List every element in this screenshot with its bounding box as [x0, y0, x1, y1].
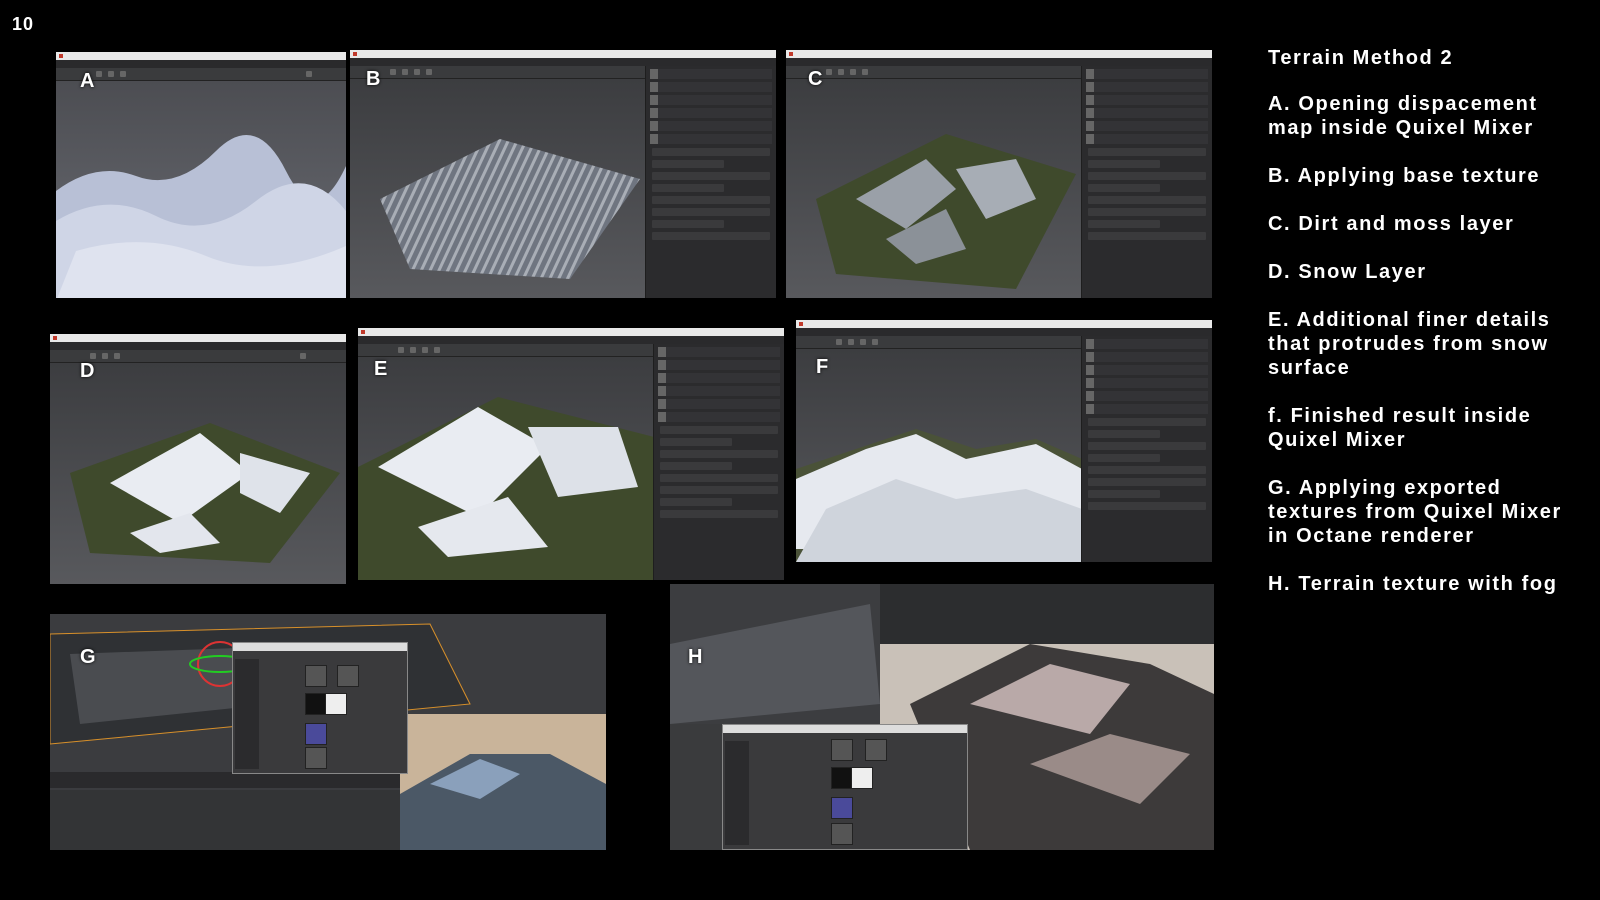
- window-titlebar: [56, 52, 346, 60]
- toolbar: [786, 66, 1082, 79]
- caption-item-d: D. Snow Layer: [1268, 261, 1427, 283]
- caption-item-g: G. Applying exported textures from Quixe…: [1268, 477, 1562, 547]
- node-editor-window: [722, 724, 968, 850]
- screenshot-panel-a: A: [56, 52, 346, 298]
- screenshot-panel-c: C: [786, 50, 1212, 298]
- viewport: [358, 357, 654, 580]
- layers-panel: [645, 66, 776, 298]
- caption-item-a: A. Opening dispacement map inside Quixel…: [1268, 93, 1538, 139]
- caption-item-f: f. Finished result inside Quixel Mixer: [1268, 405, 1532, 451]
- viewport: [350, 79, 646, 298]
- screenshot-panel-f: F: [796, 320, 1212, 562]
- layers-panel: [1081, 336, 1212, 562]
- panel-label-f: F: [816, 356, 829, 378]
- layers-panel: [653, 344, 784, 580]
- caption-item-e: E. Additional finer details that protrud…: [1268, 309, 1551, 379]
- caption-item-b: B. Applying base texture: [1268, 165, 1541, 187]
- screenshot-panel-d: D: [50, 334, 346, 584]
- panel-label-b: B: [366, 68, 381, 90]
- toolbar: [56, 68, 346, 81]
- viewport: [50, 363, 346, 584]
- viewport: [796, 349, 1082, 562]
- page-number: 10: [12, 14, 35, 34]
- caption-item-c: C. Dirt and moss layer: [1268, 213, 1515, 235]
- screenshot-panel-h: H: [670, 584, 1214, 850]
- screenshot-panel-g: G: [50, 614, 606, 850]
- panel-label-e: E: [374, 358, 388, 380]
- viewport: [786, 79, 1082, 298]
- viewport: [56, 81, 346, 298]
- screenshot-panel-e: E: [358, 328, 784, 580]
- caption-item-h: H. Terrain texture with fog: [1268, 573, 1558, 595]
- layers-panel: [1081, 66, 1212, 298]
- terrain-render: [70, 423, 340, 563]
- panel-label-c: C: [808, 68, 823, 90]
- toolbar: [350, 66, 646, 79]
- window-titlebar: [350, 50, 776, 58]
- terrain-render: [56, 135, 346, 298]
- terrain-render: [380, 139, 640, 279]
- window-titlebar: [358, 328, 784, 336]
- panel-label-a: A: [80, 70, 95, 92]
- caption-title: Terrain Method 2: [1268, 47, 1454, 69]
- screenshot-panel-b: B: [350, 50, 776, 298]
- caption-block: Terrain Method 2 A. Opening dispacement …: [1268, 46, 1588, 620]
- window-titlebar: [796, 320, 1212, 328]
- node-editor-window: [232, 642, 408, 774]
- terrain-render: [796, 429, 1082, 562]
- panel-label-d: D: [80, 360, 95, 382]
- window-titlebar: [786, 50, 1212, 58]
- panel-label-g: G: [80, 646, 96, 668]
- toolbar: [796, 336, 1082, 349]
- window-titlebar: [50, 334, 346, 342]
- terrain-render: [358, 397, 654, 580]
- toolbar: [358, 344, 654, 357]
- panel-label-h: H: [688, 646, 703, 668]
- terrain-render: [816, 134, 1076, 289]
